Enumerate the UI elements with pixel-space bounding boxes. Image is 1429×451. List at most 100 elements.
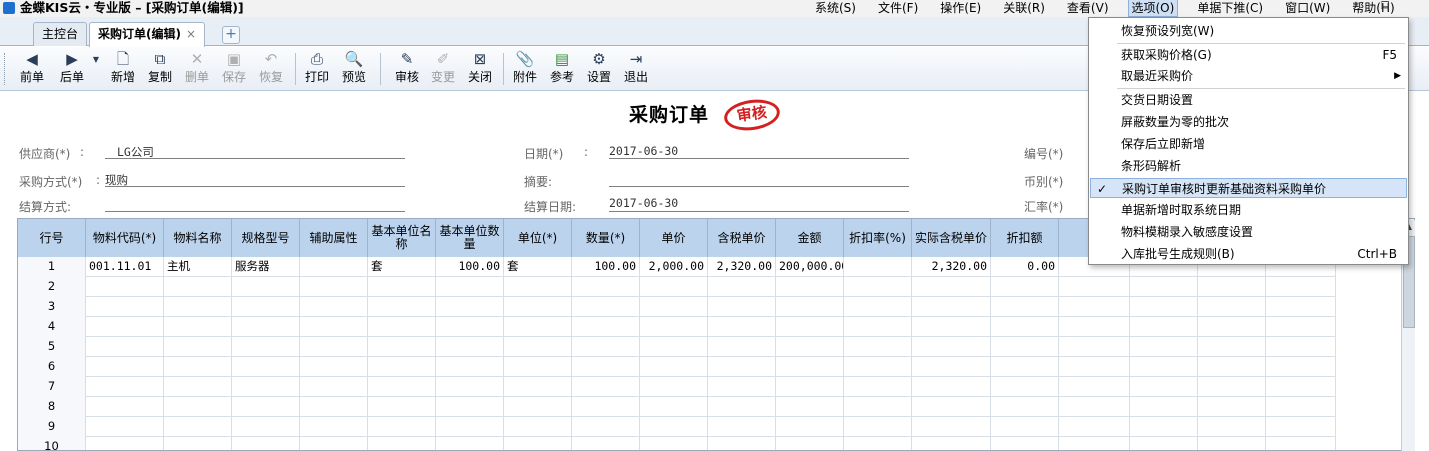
table-cell[interactable]: 2,320.00 [912, 257, 991, 277]
table-cell[interactable] [1130, 297, 1198, 317]
table-cell[interactable] [232, 437, 300, 450]
table-cell[interactable] [368, 277, 436, 297]
table-cell[interactable] [300, 317, 368, 337]
table-cell[interactable] [436, 317, 504, 337]
column-header[interactable]: 基本单位数量 [436, 219, 504, 257]
menu-item-batch-number-rule[interactable]: 入库批号生成规则(B) Ctrl+B [1090, 244, 1407, 264]
table-cell[interactable] [368, 317, 436, 337]
table-cell[interactable] [572, 277, 640, 297]
table-cell[interactable] [164, 377, 232, 397]
restore-button[interactable]: ↶ 恢复 [255, 50, 287, 88]
table-cell[interactable] [436, 417, 504, 437]
menu-item-update-price-on-audit[interactable]: ✓ 采购订单审核时更新基础资料采购单价 [1090, 178, 1407, 198]
table-cell[interactable] [776, 397, 844, 417]
table-cell[interactable] [1198, 277, 1266, 297]
table-cell[interactable] [640, 417, 708, 437]
table-cell[interactable] [844, 357, 912, 377]
table-cell[interactable] [86, 297, 164, 317]
column-header[interactable]: 物料代码(*) [86, 219, 164, 257]
table-cell[interactable] [912, 397, 991, 417]
table-cell[interactable] [844, 337, 912, 357]
table-cell[interactable] [164, 317, 232, 337]
tab-purchase-order[interactable]: 采购订单(编辑) × [89, 22, 206, 47]
table-cell[interactable] [300, 377, 368, 397]
column-header[interactable]: 折扣额 [991, 219, 1059, 257]
menu-system[interactable]: 系统(S) [812, 0, 859, 17]
tab-main-console[interactable]: 主控台 [33, 22, 88, 46]
table-cell[interactable] [991, 417, 1059, 437]
menu-push-down[interactable]: 单据下推(C) [1194, 0, 1266, 17]
table-cell[interactable] [776, 277, 844, 297]
table-cell[interactable] [86, 357, 164, 377]
table-cell[interactable] [164, 337, 232, 357]
table-cell[interactable] [776, 337, 844, 357]
column-header[interactable]: 行号 [18, 219, 86, 257]
table-cell[interactable]: 001.11.01 [86, 257, 164, 277]
table-cell[interactable] [572, 357, 640, 377]
table-cell[interactable] [1059, 437, 1130, 450]
column-header[interactable]: 含税单价 [708, 219, 776, 257]
close-icon[interactable]: × [186, 27, 196, 41]
table-cell[interactable] [1198, 317, 1266, 337]
table-cell[interactable] [504, 317, 572, 337]
table-cell[interactable] [504, 357, 572, 377]
table-cell[interactable] [1059, 297, 1130, 317]
table-cell[interactable] [776, 437, 844, 450]
settle-mode-field[interactable] [105, 211, 405, 212]
column-header[interactable]: 实际含税单价 [912, 219, 991, 257]
table-cell[interactable] [991, 337, 1059, 357]
table-row[interactable]: 8 [18, 397, 1336, 417]
table-cell[interactable] [1198, 357, 1266, 377]
table-cell[interactable] [86, 417, 164, 437]
table-cell[interactable] [86, 377, 164, 397]
table-cell[interactable]: 套 [368, 257, 436, 277]
menu-item-barcode-parse[interactable]: 条形码解析 [1090, 156, 1407, 176]
table-cell[interactable] [1130, 417, 1198, 437]
table-cell[interactable] [436, 337, 504, 357]
menu-relate[interactable]: 关联(R) [1000, 0, 1048, 17]
table-cell[interactable] [912, 277, 991, 297]
column-header[interactable]: 辅助属性 [300, 219, 368, 257]
table-row[interactable]: 5 [18, 337, 1336, 357]
table-cell[interactable] [912, 417, 991, 437]
table-cell[interactable] [504, 377, 572, 397]
table-cell[interactable] [232, 417, 300, 437]
table-cell[interactable] [640, 357, 708, 377]
add-tab-icon[interactable]: + [222, 26, 240, 44]
column-header[interactable]: 金额 [776, 219, 844, 257]
table-cell[interactable] [232, 297, 300, 317]
table-cell[interactable] [1266, 357, 1336, 377]
table-cell[interactable] [368, 397, 436, 417]
table-cell[interactable] [1130, 317, 1198, 337]
column-header[interactable]: 基本单位名称 [368, 219, 436, 257]
table-cell[interactable] [86, 317, 164, 337]
menu-item-reset-column-width[interactable]: 恢复预设列宽(W) [1090, 21, 1407, 41]
column-header[interactable]: 物料名称 [164, 219, 232, 257]
table-cell[interactable] [844, 277, 912, 297]
table-cell[interactable]: 2,320.00 [708, 257, 776, 277]
table-cell[interactable] [232, 377, 300, 397]
menu-operate[interactable]: 操作(E) [937, 0, 984, 17]
table-cell[interactable] [1266, 277, 1336, 297]
table-cell[interactable] [368, 297, 436, 317]
table-cell[interactable] [1266, 397, 1336, 417]
table-cell[interactable] [1130, 437, 1198, 450]
column-header[interactable]: 单位(*) [504, 219, 572, 257]
table-cell[interactable] [368, 377, 436, 397]
menu-item-get-purchase-price[interactable]: 获取采购价格(G) F5 [1090, 45, 1407, 65]
table-cell[interactable] [436, 297, 504, 317]
table-cell[interactable] [572, 397, 640, 417]
table-cell[interactable] [300, 297, 368, 317]
table-cell[interactable] [912, 297, 991, 317]
table-cell[interactable] [776, 297, 844, 317]
table-cell[interactable] [86, 337, 164, 357]
copy-button[interactable]: ⧉ 复制 [144, 50, 176, 88]
menu-window[interactable]: 窗口(W) [1282, 0, 1333, 17]
table-cell[interactable] [844, 317, 912, 337]
menu-file[interactable]: 文件(F) [875, 0, 921, 17]
table-row[interactable]: 2 [18, 277, 1336, 297]
table-cell[interactable] [1059, 357, 1130, 377]
table-cell[interactable]: 200,000.00 [776, 257, 844, 277]
table-cell[interactable] [436, 377, 504, 397]
table-cell[interactable] [436, 277, 504, 297]
